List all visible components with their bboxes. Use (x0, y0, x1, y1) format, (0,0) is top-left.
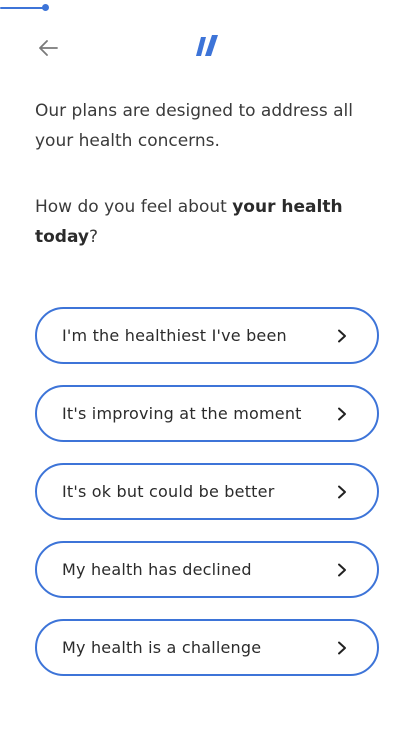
option-label: My health is a challenge (62, 638, 262, 657)
question-text: How do you feel about your health today? (35, 192, 385, 252)
chevron-right-icon (335, 329, 349, 343)
question-suffix: ? (89, 227, 99, 247)
option-label: I'm the healthiest I've been (62, 326, 287, 345)
option-label: My health has declined (62, 560, 252, 579)
intro-text: Our plans are designed to address all yo… (35, 101, 353, 151)
arrow-left-icon (39, 40, 58, 56)
header (0, 22, 414, 74)
question-emphasis-your-health: your health (232, 197, 343, 217)
option-label: It's improving at the moment (62, 404, 302, 423)
option-improving[interactable]: It's improving at the moment (35, 385, 379, 442)
option-ok[interactable]: It's ok but could be better (35, 463, 379, 520)
progress-indicator-dot (41, 4, 49, 11)
back-button[interactable] (34, 34, 62, 62)
chevron-right-icon (335, 563, 349, 577)
chevron-right-icon (335, 407, 349, 421)
chevron-right-icon (335, 641, 349, 655)
option-declined[interactable]: My health has declined (35, 541, 379, 598)
question-prefix: How do you feel about (35, 197, 233, 217)
brand-logo (193, 32, 223, 60)
health-options-list: I'm the healthiest I've been It's improv… (35, 307, 379, 697)
option-healthiest[interactable]: I'm the healthiest I've been (35, 307, 379, 364)
progress-fill (0, 7, 46, 9)
option-challenge[interactable]: My health is a challenge (35, 619, 379, 676)
chevron-right-icon (335, 485, 349, 499)
question-emphasis-today: today (35, 227, 90, 247)
double-slash-logo-icon (196, 35, 218, 56)
option-label: It's ok but could be better (62, 482, 275, 501)
progress-bar (0, 0, 414, 14)
